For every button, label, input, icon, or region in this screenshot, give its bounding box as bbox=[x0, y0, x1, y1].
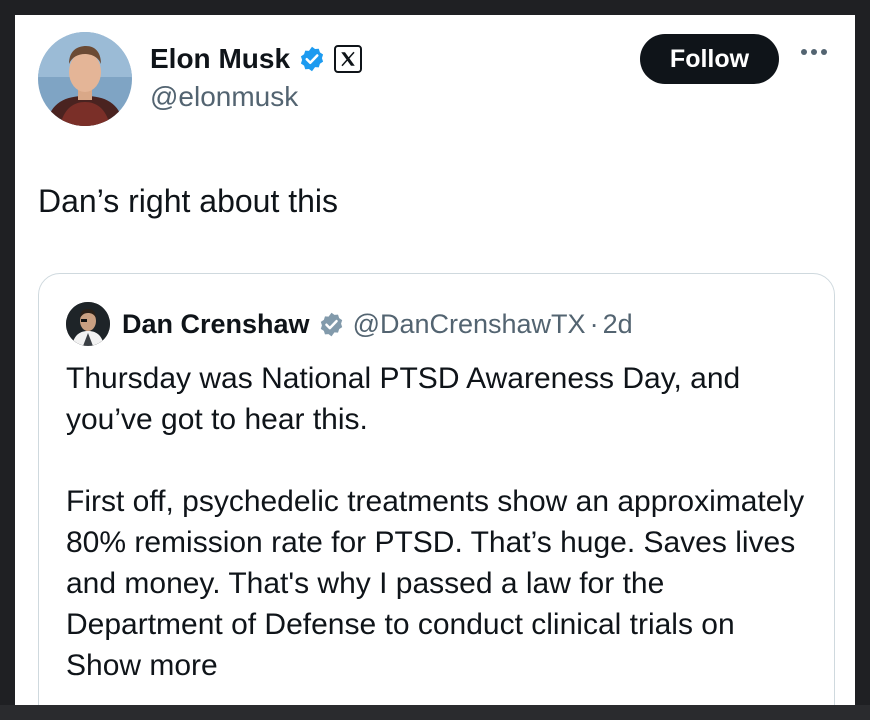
quoted-paragraph: Thursday was National PTSD Awareness Day… bbox=[66, 362, 741, 436]
bottom-frame bbox=[0, 705, 870, 720]
quoted-tweet-body: Thursday was National PTSD Awareness Day… bbox=[66, 358, 806, 686]
dot bbox=[801, 49, 807, 55]
separator-dot: · bbox=[589, 308, 599, 339]
quoted-timestamp[interactable]: 2d bbox=[603, 309, 633, 340]
more-options-icon[interactable] bbox=[801, 49, 827, 55]
show-more-link[interactable]: Show more bbox=[66, 649, 218, 682]
quoted-paragraph-text: First off, psychedelic treatments show a… bbox=[66, 485, 805, 641]
dot bbox=[811, 49, 817, 55]
tweet-card: Elon Musk @elonmusk Follow Dan’s right a… bbox=[15, 15, 855, 705]
verified-badge-gray-icon[interactable] bbox=[318, 311, 345, 338]
dot bbox=[821, 49, 827, 55]
author-handle[interactable]: @elonmusk bbox=[150, 81, 298, 113]
quoted-author-handle[interactable]: @DanCrenshawTX bbox=[353, 309, 586, 340]
verified-badge-icon[interactable] bbox=[298, 45, 326, 73]
author-name[interactable]: Elon Musk bbox=[150, 43, 290, 75]
quoted-paragraph: First off, psychedelic treatments show a… bbox=[66, 481, 806, 686]
x-logo-icon[interactable] bbox=[334, 45, 363, 73]
quoted-tweet[interactable]: Dan Crenshaw @DanCrenshawTX · 2d Thursda… bbox=[38, 273, 835, 705]
follow-button[interactable]: Follow bbox=[640, 34, 779, 84]
author-avatar[interactable] bbox=[38, 32, 132, 126]
quoted-tweet-header: Dan Crenshaw @DanCrenshawTX · 2d bbox=[66, 302, 633, 346]
quoted-author-name[interactable]: Dan Crenshaw bbox=[122, 309, 310, 340]
quoted-author-avatar[interactable] bbox=[66, 302, 110, 346]
tweet-text: Dan’s right about this bbox=[38, 183, 339, 219]
author-name-row: Elon Musk bbox=[150, 43, 363, 75]
